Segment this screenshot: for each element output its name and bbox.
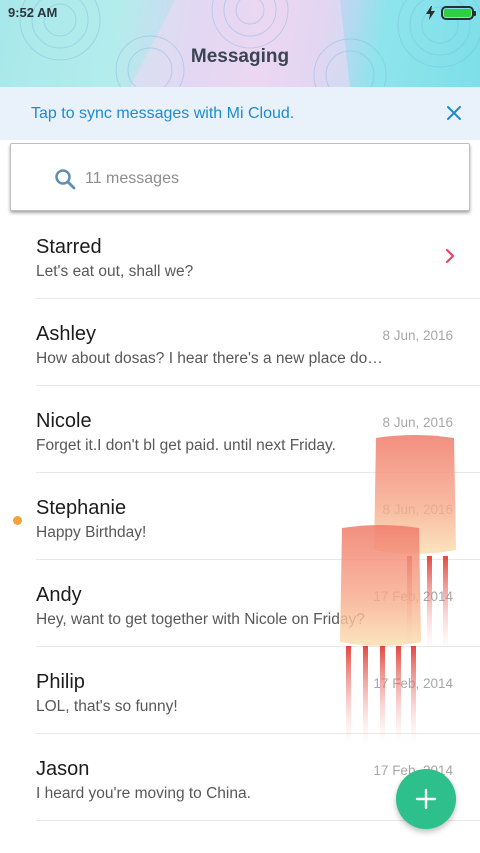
conversation-name: Stephanie xyxy=(36,497,127,519)
search-placeholder: 11 messages xyxy=(85,170,179,187)
conversation-name: Ashley xyxy=(36,323,97,345)
conversation-preview: How about dosas? I hear there's a new pl… xyxy=(36,350,383,367)
conversation-preview: Hey, want to get together with Nicole on… xyxy=(36,611,365,628)
conversation-date: 8 Jun, 2016 xyxy=(382,415,453,430)
conversation-list: Starred Let's eat out, shall we? Ashley … xyxy=(0,212,480,821)
battery-icon xyxy=(441,6,476,20)
sync-banner[interactable]: Tap to sync messages with Mi Cloud. xyxy=(0,87,480,140)
conversation-philip[interactable]: Philip 17 Feb, 2014 LOL, that's so funny… xyxy=(0,647,480,734)
status-icons xyxy=(426,6,476,20)
conversation-preview: Let's eat out, shall we? xyxy=(36,263,194,280)
conversation-date: 8 Jun, 2016 xyxy=(382,328,453,343)
conversation-stephanie[interactable]: Stephanie 8 Jun, 2016 Happy Birthday! xyxy=(0,473,480,560)
conversation-name: Nicole xyxy=(36,410,92,432)
compose-button[interactable] xyxy=(396,769,456,829)
conversation-date: 8 Jun, 2016 xyxy=(382,502,453,517)
status-bar: 9:52 AM xyxy=(0,0,480,28)
conversation-name: Philip xyxy=(36,671,85,693)
conversation-preview: Forget it.I don't bl get paid. until nex… xyxy=(36,437,336,454)
app-header: 9:52 AM Messaging xyxy=(0,0,480,87)
messaging-screen: 9:52 AM Messaging Tap to sync messages w… xyxy=(0,0,480,853)
status-time: 9:52 AM xyxy=(8,5,58,20)
search-icon xyxy=(55,169,76,190)
conversation-date: 17 Feb, 2014 xyxy=(373,676,453,691)
sync-banner-text[interactable]: Tap to sync messages with Mi Cloud. xyxy=(31,105,294,123)
close-icon[interactable] xyxy=(442,101,466,125)
conversation-nicole[interactable]: Nicole 8 Jun, 2016 Forget it.I don't bl … xyxy=(0,386,480,473)
conversation-starred[interactable]: Starred Let's eat out, shall we? xyxy=(0,212,480,299)
conversation-preview: LOL, that's so funny! xyxy=(36,698,178,715)
unread-indicator xyxy=(13,516,22,525)
conversation-andy[interactable]: Andy 17 Feb, 2014 Hey, want to get toget… xyxy=(0,560,480,647)
lightning-icon xyxy=(426,6,435,20)
plus-icon xyxy=(415,788,437,810)
conversation-name: Jason xyxy=(36,758,90,780)
conversation-preview: Happy Birthday! xyxy=(36,524,147,541)
search-input[interactable]: 11 messages xyxy=(10,143,470,211)
conversation-preview: I heard you're moving to China. xyxy=(36,785,251,802)
chevron-right-icon xyxy=(445,248,455,264)
conversation-name: Andy xyxy=(36,584,82,606)
conversation-name: Starred xyxy=(36,236,102,258)
conversation-ashley[interactable]: Ashley 8 Jun, 2016 How about dosas? I he… xyxy=(0,299,480,386)
page-title: Messaging xyxy=(190,46,290,67)
conversation-date: 17 Feb, 2014 xyxy=(373,589,453,604)
